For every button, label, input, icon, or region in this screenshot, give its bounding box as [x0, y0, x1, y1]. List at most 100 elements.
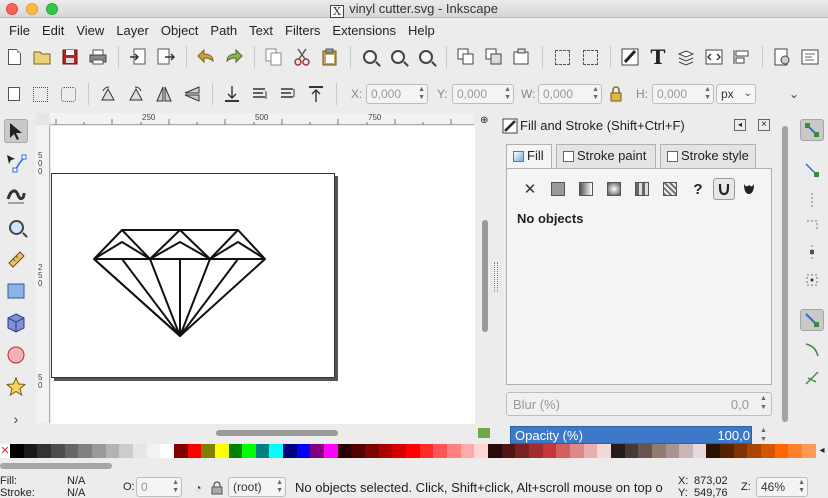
- xml-editor-icon[interactable]: [704, 47, 724, 67]
- node-tool[interactable]: [4, 151, 28, 175]
- raise-to-top-icon[interactable]: [306, 84, 326, 104]
- zoom-tool[interactable]: [4, 215, 28, 239]
- snap-bbox-corner-icon[interactable]: [800, 215, 824, 237]
- height-field[interactable]: 0,000 ▲ ▼: [652, 84, 714, 104]
- menu-extensions[interactable]: Extensions: [326, 23, 402, 38]
- fill-rule-evenodd-icon[interactable]: [713, 178, 735, 200]
- print-icon[interactable]: [88, 47, 108, 67]
- deselect-icon[interactable]: [58, 84, 78, 104]
- align-distribute-icon[interactable]: [732, 47, 752, 67]
- horizontal-ruler[interactable]: 250 500 750: [50, 113, 474, 125]
- flip-horizontal-icon[interactable]: [154, 84, 174, 104]
- h-stepper[interactable]: ▲ ▼: [704, 86, 711, 102]
- dialog-scroll-thumb[interactable]: [782, 126, 788, 422]
- blur-stepper[interactable]: ▲ ▼: [760, 394, 767, 412]
- lower-to-bottom-icon[interactable]: [222, 84, 242, 104]
- menu-edit[interactable]: Edit: [36, 23, 70, 38]
- color-swatch[interactable]: [119, 444, 133, 458]
- layer-select[interactable]: (root) ▲ ▼: [228, 477, 286, 497]
- menu-path[interactable]: Path: [204, 23, 243, 38]
- no-color-swatch-icon[interactable]: ✕: [0, 444, 10, 458]
- menu-filters[interactable]: Filters: [279, 23, 326, 38]
- color-swatch[interactable]: [105, 444, 120, 458]
- color-swatch[interactable]: [392, 444, 407, 458]
- opacity-status-stepper[interactable]: ▲ ▼: [172, 479, 179, 495]
- unit-select[interactable]: px ⌄: [716, 84, 756, 104]
- color-swatch[interactable]: [228, 444, 243, 458]
- rotate-ccw-icon[interactable]: [98, 84, 118, 104]
- color-swatch[interactable]: [378, 444, 393, 458]
- opacity-status-field[interactable]: 0 ▲ ▼: [136, 477, 182, 497]
- snap-intersection-icon[interactable]: [800, 367, 824, 389]
- unlink-clone-icon[interactable]: [512, 47, 532, 67]
- color-swatch[interactable]: [37, 444, 51, 458]
- color-swatch[interactable]: [556, 444, 570, 458]
- width-field[interactable]: 0,000 ▲ ▼: [538, 84, 602, 104]
- tweak-tool[interactable]: [4, 183, 28, 207]
- color-swatch[interactable]: [187, 444, 202, 458]
- color-swatch[interactable]: [324, 444, 338, 458]
- vertical-scroll-thumb[interactable]: [482, 220, 488, 332]
- color-swatch[interactable]: [487, 444, 502, 458]
- measure-tool[interactable]: [4, 247, 28, 271]
- flip-vertical-icon[interactable]: [182, 84, 202, 104]
- color-swatch[interactable]: [679, 444, 693, 458]
- palette-menu-icon[interactable]: ◂: [816, 444, 828, 458]
- color-swatch[interactable]: [515, 444, 529, 458]
- color-swatch[interactable]: [296, 444, 311, 458]
- color-swatch[interactable]: [706, 444, 721, 458]
- x-field[interactable]: 0,000 ▲ ▼: [366, 84, 428, 104]
- color-swatch[interactable]: [638, 444, 652, 458]
- rectangle-tool[interactable]: [4, 279, 28, 303]
- vertical-ruler[interactable]: 5 0 0 2 5 0 5 0: [36, 125, 50, 423]
- menu-text[interactable]: Text: [243, 23, 279, 38]
- snap-paths-icon[interactable]: [800, 339, 824, 361]
- snap-nodes-icon[interactable]: [800, 309, 824, 331]
- zoom-drawing-icon[interactable]: [388, 47, 408, 67]
- paste-icon[interactable]: [320, 47, 340, 67]
- lower-icon[interactable]: [250, 84, 270, 104]
- export-icon[interactable]: [156, 47, 176, 67]
- horizontal-scroll-thumb[interactable]: [216, 430, 338, 436]
- layers-icon[interactable]: [676, 47, 696, 67]
- color-swatch[interactable]: [337, 444, 352, 458]
- tab-fill[interactable]: Fill: [506, 144, 552, 169]
- group-icon[interactable]: [552, 47, 572, 67]
- color-swatch[interactable]: [788, 444, 803, 458]
- selector-tool[interactable]: [4, 119, 28, 143]
- cut-icon[interactable]: [292, 47, 312, 67]
- color-swatch[interactable]: [665, 444, 680, 458]
- color-swatch[interactable]: [474, 444, 488, 458]
- radial-gradient-icon[interactable]: [603, 178, 625, 200]
- dialog-close-button[interactable]: ×: [758, 119, 770, 131]
- color-swatch[interactable]: [10, 444, 24, 458]
- layer-visibility-icon[interactable]: ◔: [188, 478, 208, 498]
- rotate-cw-icon[interactable]: [126, 84, 146, 104]
- color-swatch[interactable]: [597, 444, 611, 458]
- color-swatch[interactable]: [569, 444, 584, 458]
- color-swatch[interactable]: [78, 444, 92, 458]
- flat-color-icon[interactable]: [547, 178, 569, 200]
- snap-enable-icon[interactable]: [800, 119, 824, 141]
- import-icon[interactable]: [128, 47, 148, 67]
- save-icon[interactable]: [60, 47, 80, 67]
- color-swatch[interactable]: [528, 444, 543, 458]
- color-swatch[interactable]: [146, 444, 161, 458]
- undo-icon[interactable]: [196, 47, 216, 67]
- color-swatch[interactable]: [351, 444, 366, 458]
- pattern-icon[interactable]: [659, 178, 681, 200]
- unset-paint-icon[interactable]: ?: [687, 178, 709, 200]
- zoom-page-icon[interactable]: [416, 47, 436, 67]
- layer-lock-icon[interactable]: [207, 478, 227, 498]
- menu-help[interactable]: Help: [402, 23, 441, 38]
- snap-bbox-midpoint-icon[interactable]: [800, 241, 824, 263]
- select-all-icon[interactable]: [4, 84, 24, 104]
- color-swatch[interactable]: [242, 444, 256, 458]
- y-stepper[interactable]: ▲ ▼: [504, 86, 511, 102]
- y-field[interactable]: 0,000 ▲ ▼: [452, 84, 514, 104]
- ungroup-icon[interactable]: [580, 47, 600, 67]
- color-swatch[interactable]: [692, 444, 707, 458]
- zoom-stepper[interactable]: ▲ ▼: [798, 479, 805, 495]
- dialog-iconify-button[interactable]: ◂: [734, 119, 746, 131]
- chevron-down-icon[interactable]: ⌄: [784, 84, 804, 104]
